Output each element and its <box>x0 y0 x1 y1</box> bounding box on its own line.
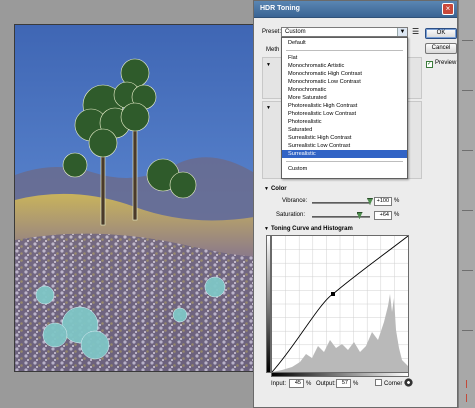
dialog-titlebar[interactable]: HDR Toning × <box>254 1 457 18</box>
panel-divider <box>462 90 473 91</box>
input-field[interactable]: 45 <box>289 379 304 388</box>
ok-button[interactable]: OK <box>425 28 457 39</box>
panel-divider <box>462 210 473 211</box>
preset-menu-item[interactable]: More Saturated <box>282 94 407 102</box>
curve-section-header[interactable]: ▼ Toning Curve and Histogram <box>264 226 353 232</box>
percent-label: % <box>394 212 400 218</box>
preview-label: Preview <box>435 60 457 66</box>
percent-label: % <box>394 198 400 204</box>
preset-menu-item[interactable]: Monochromatic <box>282 86 407 94</box>
input-gradient-bar <box>271 372 409 377</box>
preset-menu-item[interactable]: Surrealistic <box>282 150 407 158</box>
preset-menu-item[interactable]: Default <box>282 39 407 47</box>
preset-menu-item[interactable]: Monochromatic Low Contrast <box>282 78 407 86</box>
menu-separator <box>286 161 403 162</box>
saturation-slider[interactable] <box>312 216 370 218</box>
panel-divider <box>462 270 473 271</box>
panel-marker <box>466 394 467 402</box>
close-icon[interactable]: × <box>442 3 454 15</box>
preset-menu-item[interactable]: Flat <box>282 54 407 62</box>
menu-separator <box>286 50 403 51</box>
preset-select[interactable]: Custom ▼ <box>281 27 408 37</box>
reset-curve-icon[interactable] <box>404 378 413 387</box>
cancel-button[interactable]: Cancel <box>425 43 457 54</box>
preset-value: Custom <box>285 29 306 35</box>
preset-dropdown-list[interactable]: Default Flat Monochromatic Artistic Monochr… <box>281 37 408 179</box>
preset-options-icon[interactable]: ☰ <box>412 27 419 36</box>
preset-menu-item[interactable]: Surrealistic High Contrast <box>282 134 407 142</box>
corner-checkbox[interactable]: Corner <box>375 379 402 387</box>
preview-checkbox[interactable]: ✓ Preview <box>426 60 456 68</box>
section-toggle-icon[interactable]: ▼ <box>266 105 271 111</box>
preset-menu-item[interactable]: Saturated <box>282 126 407 134</box>
chevron-down-icon[interactable]: ▼ <box>397 28 407 36</box>
section-toggle-icon[interactable]: ▼ <box>266 62 271 68</box>
toning-curve-graph[interactable] <box>271 235 409 373</box>
preset-menu-item[interactable]: Photorealistic <box>282 118 407 126</box>
preset-label: Preset: <box>262 29 282 35</box>
panel-divider <box>462 40 473 41</box>
saturation-label: Saturation: <box>276 212 306 218</box>
vibrance-slider[interactable] <box>312 202 370 204</box>
workspace-panel-strip <box>458 0 475 408</box>
output-field[interactable]: 57 <box>336 379 351 388</box>
method-label: Meth <box>266 47 280 53</box>
input-label: Input: <box>271 381 287 387</box>
check-icon[interactable]: ✓ <box>426 61 433 68</box>
preset-menu-item[interactable]: Photorealistic Low Contrast <box>282 110 407 118</box>
corner-label: Corner <box>384 381 403 387</box>
preset-menu-item[interactable]: Surrealistic Low Contrast <box>282 142 407 150</box>
preset-menu-item[interactable]: Monochromatic Artistic <box>282 62 407 70</box>
curve-point <box>331 292 335 296</box>
saturation-field[interactable]: +64 <box>374 211 392 220</box>
hdr-toning-dialog: HDR Toning × Preset: Custom ▼ ☰ OK Cance… <box>253 0 458 408</box>
panel-marker <box>466 380 467 388</box>
panel-divider <box>462 330 473 331</box>
vibrance-label: Vibrance: <box>282 198 308 204</box>
percent-label: % <box>306 381 312 387</box>
image-canvas[interactable] <box>14 24 264 372</box>
output-label: Output: <box>316 381 336 387</box>
preset-menu-item[interactable]: Photorealistic High Contrast <box>282 102 407 110</box>
percent-label: % <box>353 381 359 387</box>
panel-divider <box>462 150 473 151</box>
preset-menu-item[interactable]: Monochromatic High Contrast <box>282 70 407 78</box>
preset-menu-item[interactable]: Custom <box>282 165 407 173</box>
color-section-header[interactable]: ▼ Color <box>264 186 287 192</box>
checkbox-box[interactable] <box>375 379 382 386</box>
dialog-title: HDR Toning <box>260 5 300 12</box>
vibrance-field[interactable]: +100 <box>374 197 392 206</box>
